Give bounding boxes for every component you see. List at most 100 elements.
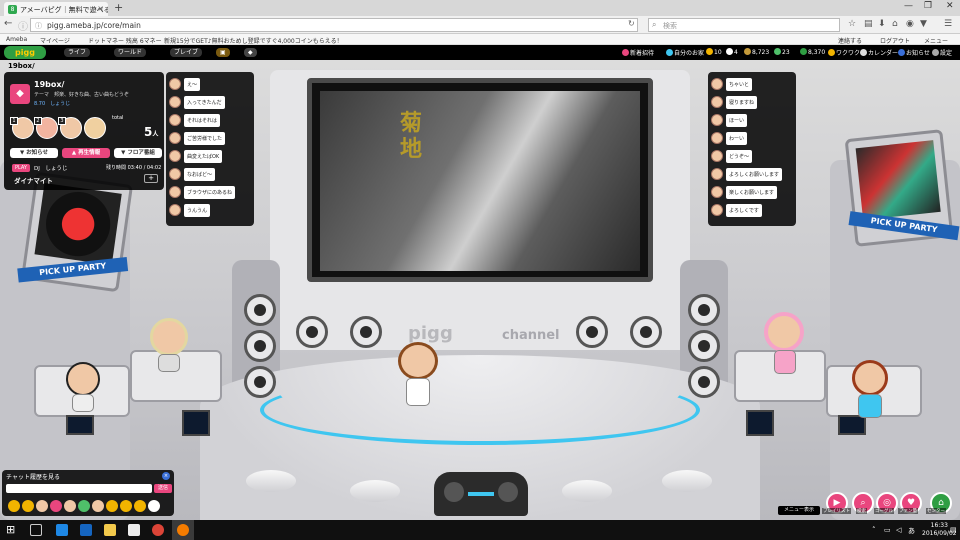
- music-icon: [828, 49, 835, 56]
- volume-icon[interactable]: ◁: [896, 526, 901, 534]
- hamburger-menu-icon[interactable]: ☰: [944, 19, 952, 29]
- calendar[interactable]: カレンダー: [860, 48, 898, 57]
- menu-toggle-button[interactable]: メニュー表示: [778, 506, 820, 515]
- pickup-party-right[interactable]: PICK UP PARTY: [844, 129, 960, 247]
- bookmark-item[interactable]: 連絡する: [838, 36, 862, 45]
- emote-icon[interactable]: [64, 500, 76, 512]
- info-icon[interactable]: ⓘ: [18, 18, 28, 33]
- chat-bubble: ブラウザにのあるね: [184, 186, 236, 199]
- ie-icon[interactable]: [56, 524, 68, 536]
- bookmark-item[interactable]: マイページ: [40, 36, 70, 45]
- emote-icon[interactable]: [22, 500, 34, 512]
- chat-avatar: [711, 168, 723, 180]
- menu-life[interactable]: ライフ: [64, 48, 91, 57]
- bookmark-star-icon[interactable]: ☆: [848, 19, 856, 29]
- room-name: 19box/: [34, 80, 65, 89]
- gift-icon[interactable]: ◆: [244, 48, 257, 57]
- total-count: 5人: [144, 125, 159, 139]
- chat-history-link[interactable]: チャット履歴を見る: [6, 472, 60, 481]
- notification-center-icon[interactable]: ▤: [950, 526, 957, 534]
- floor-program-button[interactable]: ▼ フロア番組: [114, 148, 162, 158]
- friend-count[interactable]: 23: [774, 48, 790, 56]
- coin-count[interactable]: 8,723: [744, 48, 769, 56]
- chat-bubble: うんうん: [184, 204, 211, 217]
- new-tab-button[interactable]: +: [114, 1, 123, 14]
- browser-tab[interactable]: 8 アメーバピグ｜無料で遊べる… ×: [4, 2, 108, 16]
- participant-avatar[interactable]: [84, 117, 106, 139]
- library-icon[interactable]: ▤: [864, 19, 873, 29]
- settings[interactable]: 設定: [932, 48, 952, 57]
- close-window-icon[interactable]: ✕: [946, 1, 954, 11]
- reload-icon[interactable]: ↻: [628, 19, 635, 28]
- maximize-icon[interactable]: ❐: [924, 1, 932, 11]
- house-icon: [666, 49, 673, 56]
- speaker-icon: [244, 330, 276, 362]
- bookmark-item[interactable]: 新規15分でGET♪無料おためし登録ですぐ4,000コインもらえる！: [164, 36, 343, 45]
- my-home[interactable]: 自分のお家: [666, 48, 704, 57]
- chrome-icon[interactable]: [152, 524, 164, 536]
- menu-brave[interactable]: ブレイブ: [170, 48, 203, 57]
- bookmark-item[interactable]: ドットマネー 残高 6マネー: [88, 36, 162, 45]
- url-bar[interactable]: ⓘ pigg.ameba.jp/core/main: [30, 18, 638, 32]
- playback-info-button[interactable]: ▲ 再生情報: [62, 148, 110, 158]
- emote-more-icon[interactable]: [148, 500, 160, 512]
- chat-send-button[interactable]: 送信: [154, 484, 172, 493]
- chat-log-right[interactable]: ちゃいと 寝りますね ほーい わーい どうぞ～ よろしくお願いします 楽しくお願…: [708, 72, 796, 226]
- chat-bubble: それはそれは: [184, 114, 221, 127]
- emote-icon[interactable]: [78, 500, 90, 512]
- search-input[interactable]: ⌕ 検索: [648, 18, 840, 32]
- tab-close-icon[interactable]: ×: [97, 4, 104, 13]
- store-icon[interactable]: [128, 524, 140, 536]
- firefox-icon[interactable]: [177, 524, 189, 536]
- url-text: pigg.ameba.jp/core/main: [47, 21, 141, 30]
- bell-count[interactable]: 10: [706, 48, 722, 56]
- home-icon[interactable]: ⌂: [892, 19, 898, 29]
- back-icon[interactable]: ←: [4, 18, 12, 29]
- bookmark-item[interactable]: Ameba: [6, 36, 27, 43]
- edge-icon[interactable]: [80, 524, 92, 536]
- chat-avatar: [169, 204, 181, 216]
- menu-world[interactable]: ワールド: [114, 48, 147, 57]
- emote-icon[interactable]: [120, 500, 132, 512]
- explorer-icon[interactable]: [104, 524, 116, 536]
- chat-input[interactable]: [6, 484, 152, 493]
- emote-icon[interactable]: [36, 500, 48, 512]
- network-icon[interactable]: ▭: [884, 526, 891, 534]
- pocket-icon[interactable]: ▼: [920, 19, 927, 29]
- wakuwaku[interactable]: ワクワク: [828, 48, 860, 57]
- tray-chevron-icon[interactable]: ˄: [872, 526, 876, 534]
- emote-icon[interactable]: [92, 500, 104, 512]
- point-icon: [800, 48, 807, 55]
- start-icon[interactable]: ⊞: [6, 524, 18, 536]
- new-invite[interactable]: 新着招待: [622, 48, 654, 57]
- chat-bubble: ご苦労様でした: [184, 132, 226, 145]
- minimize-icon[interactable]: —: [904, 1, 913, 11]
- pigg-logo[interactable]: pigg: [4, 46, 46, 59]
- pedestal: [662, 470, 712, 492]
- site-info-icon: ⓘ: [35, 22, 42, 30]
- bookmark-item[interactable]: ログアウト: [880, 36, 910, 45]
- ime-indicator[interactable]: あ: [908, 526, 915, 536]
- task-view-icon[interactable]: [30, 524, 42, 536]
- notifications[interactable]: お知らせ: [898, 48, 930, 57]
- download-icon[interactable]: ⬇: [878, 19, 886, 29]
- room-host[interactable]: 8.70 しょうじ: [34, 100, 70, 107]
- bookmark-item[interactable]: メニュー: [924, 36, 948, 45]
- play-time: 残り時間 03:40 / 04:02: [106, 165, 162, 171]
- video-screen[interactable]: 菊地: [307, 78, 653, 282]
- treasure-icon[interactable]: ▣: [216, 48, 230, 57]
- addon-icon[interactable]: ◉: [906, 19, 914, 29]
- notice-button[interactable]: ▼ お知らせ: [10, 148, 58, 158]
- room-breadcrumb[interactable]: 19box/: [8, 62, 35, 70]
- emote-icon[interactable]: [134, 500, 146, 512]
- chat-avatar: [711, 114, 723, 126]
- emote-icon[interactable]: [50, 500, 62, 512]
- point-count[interactable]: 8,370: [800, 48, 825, 56]
- add-song-button[interactable]: +: [144, 174, 158, 183]
- chat-log-left[interactable]: え～ 入ってきたんだ それはそれは ご苦労様でした 曲変えたばOK なおばど～ …: [166, 72, 254, 226]
- emote-icon[interactable]: [8, 500, 20, 512]
- chat-close-button[interactable]: ×: [162, 472, 170, 480]
- like-count[interactable]: 4: [726, 48, 738, 56]
- emote-icon[interactable]: [106, 500, 118, 512]
- speaker-icon: [576, 316, 608, 348]
